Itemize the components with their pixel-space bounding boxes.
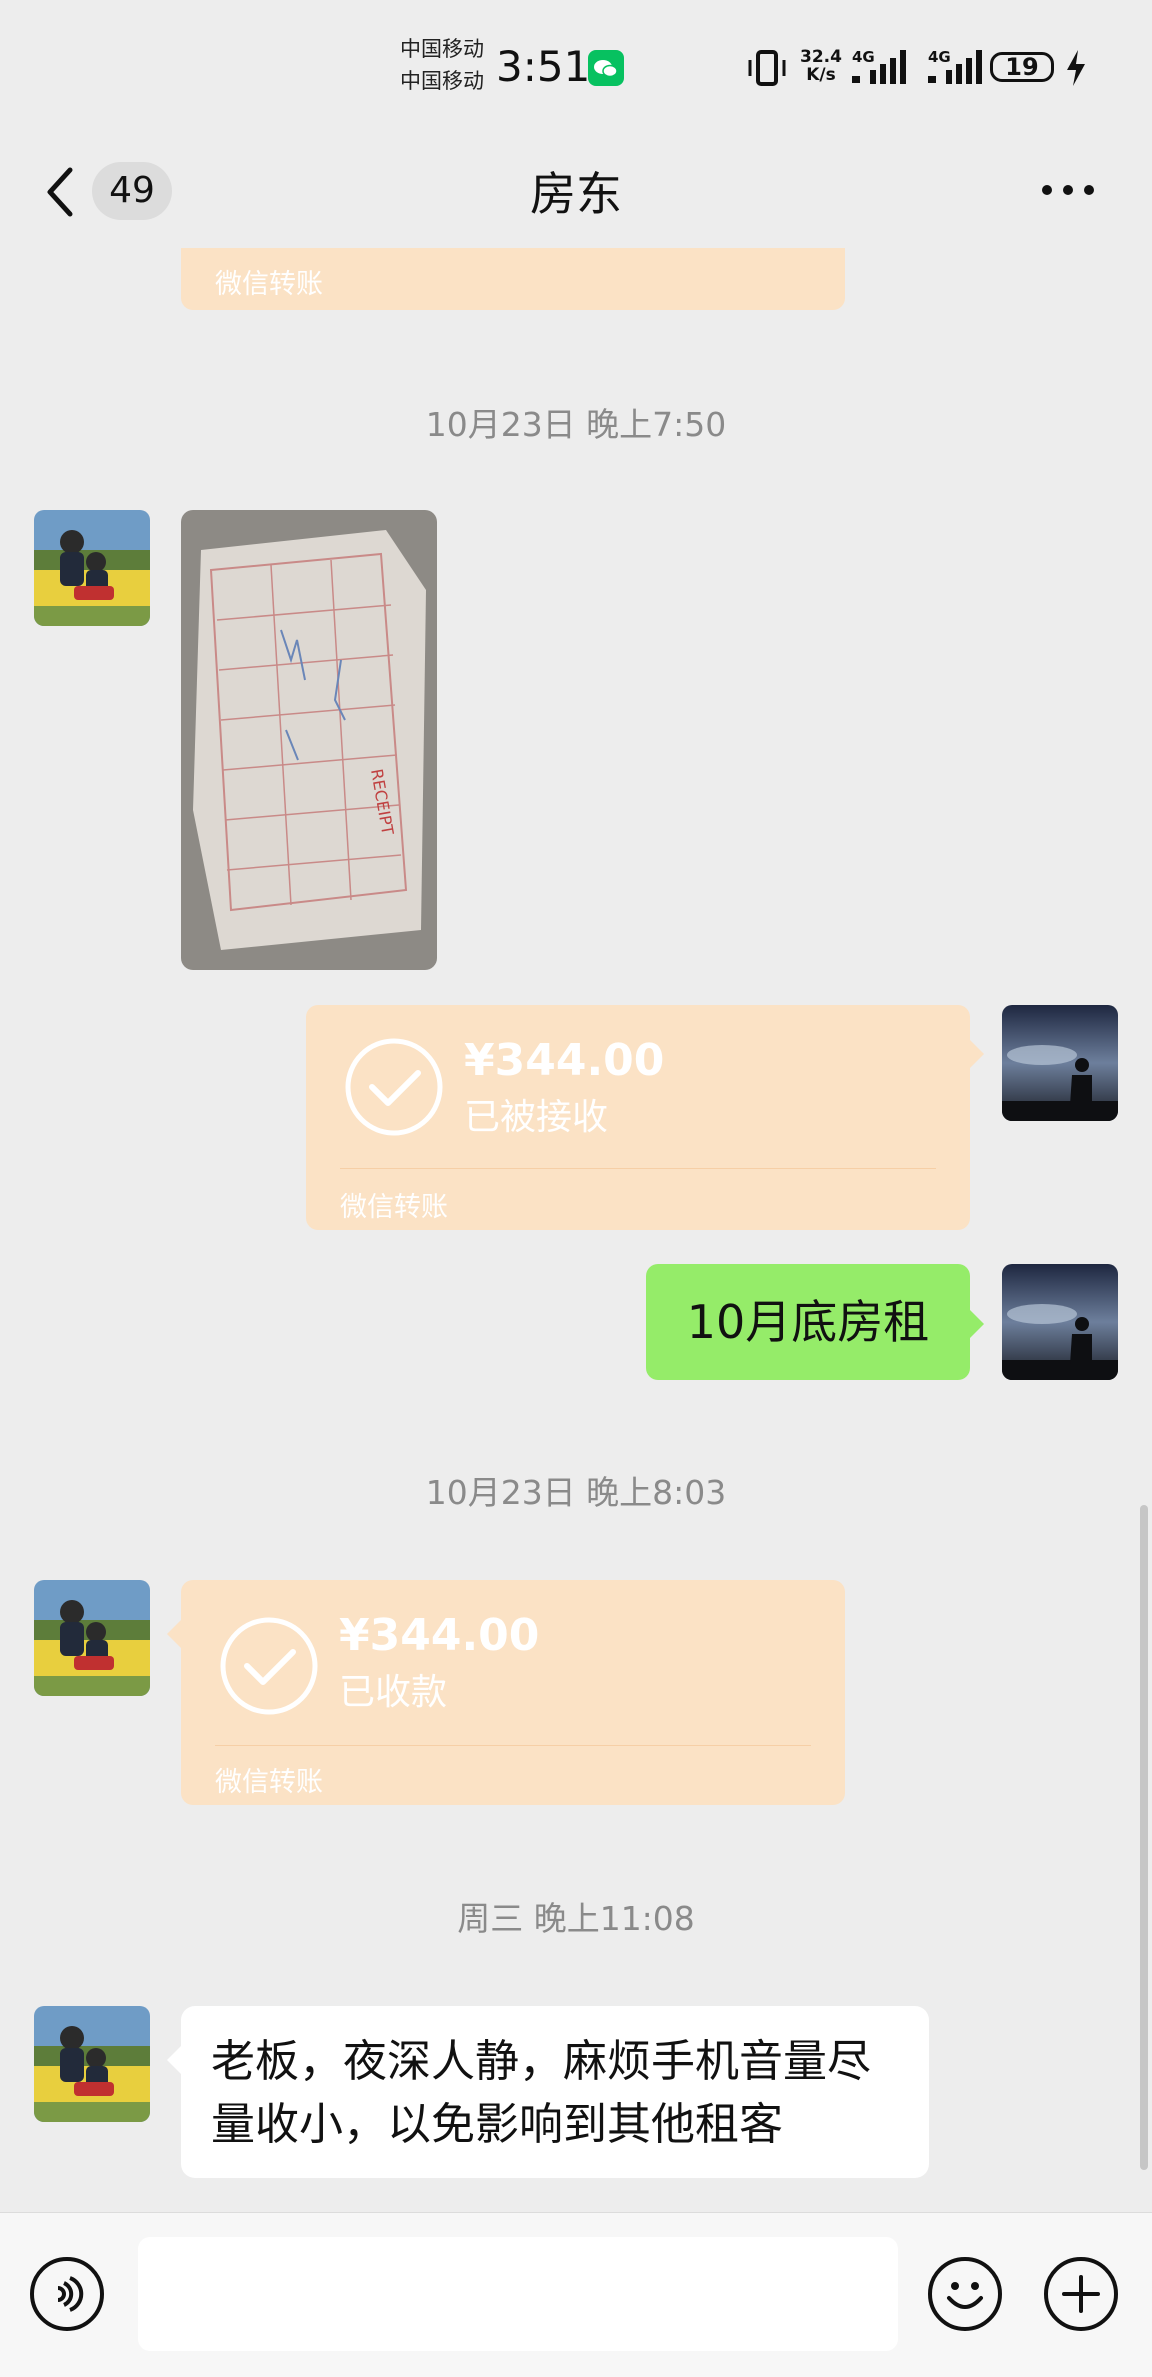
bubble-tail [970, 1310, 984, 1338]
input-bar [0, 2212, 1152, 2377]
carrier-label: 中国移动 [400, 69, 484, 93]
transfer-bubble[interactable]: ¥344.00 已被接收 微信转账 [306, 1005, 970, 1230]
charging-icon [1064, 48, 1088, 92]
clock: 3:51 [496, 42, 591, 91]
scrollbar[interactable] [1140, 1505, 1148, 2170]
divider [215, 1745, 811, 1746]
landlord-avatar[interactable] [34, 1580, 150, 1696]
vibrate-icon [746, 48, 790, 92]
transfer-status: 已被接收 [464, 1097, 609, 1138]
transfer-label: 微信转账 [215, 1767, 323, 1798]
transfer-bubble[interactable]: 微信转账 [181, 248, 845, 310]
landlord-avatar[interactable] [34, 510, 150, 626]
outgoing-message[interactable]: 10月底房租 [646, 1264, 970, 1380]
check-circle-icon [219, 1616, 319, 1720]
transfer-label: 微信转账 [215, 269, 323, 300]
transfer-amount: ¥344.00 [339, 1610, 540, 1661]
divider [340, 1168, 936, 1169]
bubble-tail [167, 1620, 181, 1648]
emoji-icon[interactable] [928, 2257, 1002, 2331]
my-avatar[interactable] [1002, 1005, 1118, 1121]
more-icon[interactable] [1040, 182, 1096, 202]
bubble-tail [970, 1040, 984, 1068]
nav-bar: 49 房东 [0, 140, 1152, 260]
bubble-tail [167, 2046, 181, 2074]
timestamp: 10月23日 晚上7:50 [425, 405, 727, 444]
carrier-label: 中国移动 [400, 37, 484, 61]
incoming-message[interactable]: 老板，夜深人静，麻烦手机音量尽量收小，以免影响到其他租客 [181, 2006, 929, 2178]
signal-icon [852, 46, 918, 92]
network-speed: 32.4 K/s [800, 47, 842, 85]
timestamp: 周三 晚上11:08 [457, 1899, 695, 1938]
battery-icon: 19 [990, 52, 1054, 82]
plus-icon[interactable] [1044, 2257, 1118, 2331]
transfer-amount: ¥344.00 [464, 1035, 665, 1086]
check-circle-icon [344, 1037, 444, 1141]
voice-icon[interactable] [30, 2257, 104, 2331]
landlord-avatar[interactable] [34, 2006, 150, 2122]
transfer-bubble[interactable]: ¥344.00 已收款 微信转账 [181, 1580, 845, 1805]
wechat-icon [588, 50, 624, 86]
chat-title: 房东 [530, 167, 622, 221]
status-bar: 中国移动 中国移动 3:51 32.4 K/s 4G 4G 19 [0, 0, 1152, 140]
message-input[interactable] [138, 2237, 898, 2351]
transfer-label: 微信转账 [340, 1192, 448, 1223]
timestamp: 10月23日 晚上8:03 [425, 1473, 727, 1512]
receipt-image[interactable]: RECEIPT [181, 510, 437, 970]
my-avatar[interactable] [1002, 1264, 1118, 1380]
signal-icon [928, 46, 994, 92]
transfer-status: 已收款 [339, 1672, 448, 1713]
